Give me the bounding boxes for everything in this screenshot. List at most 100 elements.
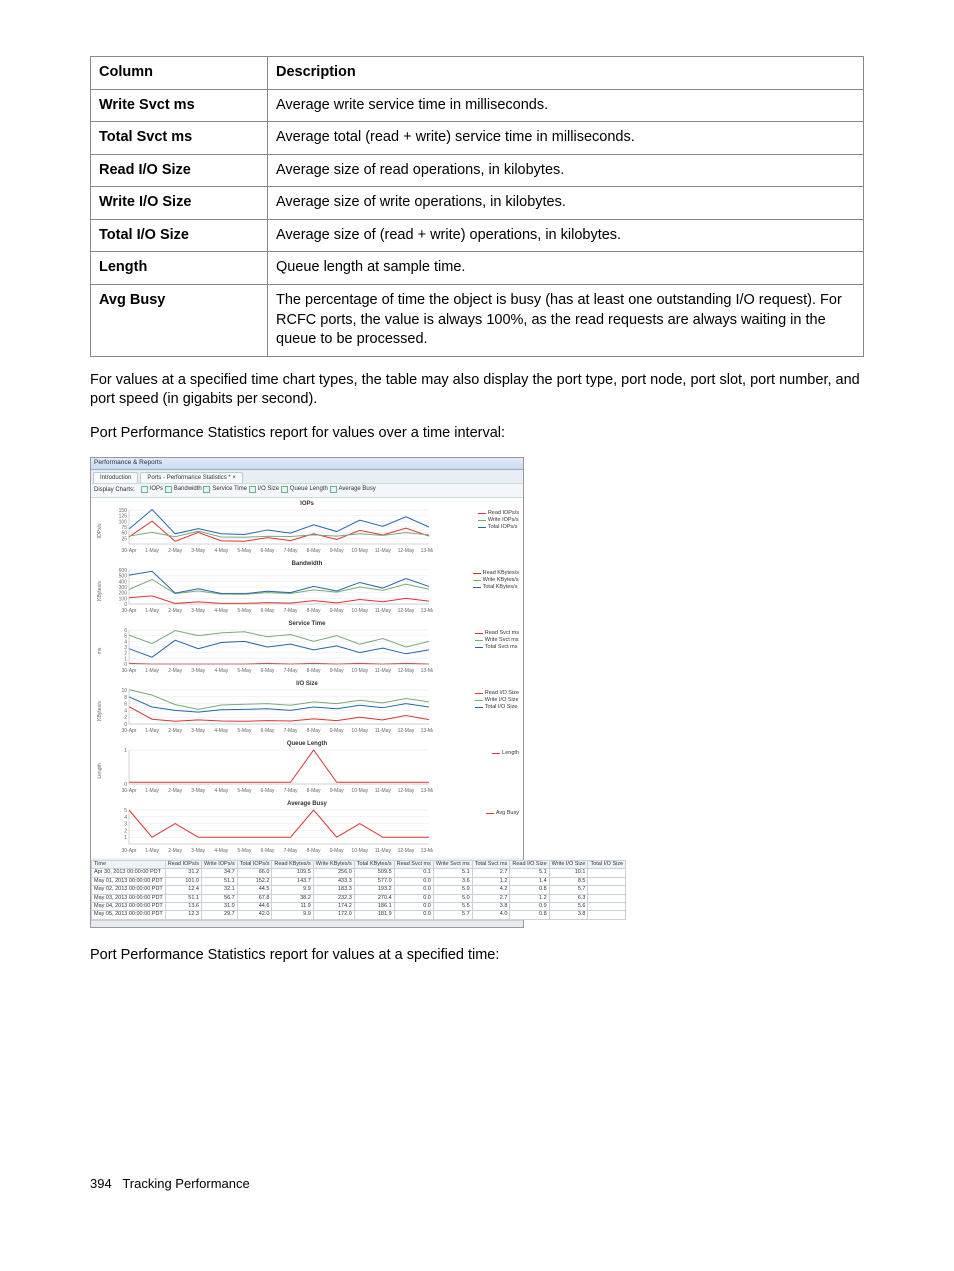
svg-text:5-May: 5-May [237, 788, 251, 794]
svg-text:4-May: 4-May [214, 788, 228, 794]
svg-text:4-May: 4-May [214, 548, 228, 554]
chart-i-o-size: I/O Size024681030-Apr1-May2-May3-May4-Ma… [93, 680, 521, 738]
dt-header[interactable]: Total I/O Size [588, 860, 626, 868]
svg-text:75: 75 [121, 525, 127, 531]
svg-text:10: 10 [121, 688, 127, 694]
table-row[interactable]: May 02, 2013 00:00:00 PDT12.432.144.59.9… [92, 886, 626, 894]
svg-text:6-May: 6-May [261, 548, 275, 554]
svg-text:7-May: 7-May [284, 788, 298, 794]
svg-text:600: 600 [119, 568, 128, 574]
dt-header[interactable]: Read KBytes/s [272, 860, 313, 868]
svg-text:200: 200 [119, 591, 128, 597]
svg-text:1-May: 1-May [145, 668, 159, 674]
svg-text:1: 1 [124, 656, 127, 662]
svg-text:8-May: 8-May [307, 668, 321, 674]
table-row[interactable]: May 03, 2013 00:00:00 PDT51.156.767.838.… [92, 894, 626, 902]
svg-text:2: 2 [124, 828, 127, 834]
svg-text:10-May: 10-May [351, 608, 368, 614]
dt-header[interactable]: Read IOPs/s [165, 860, 201, 868]
svg-text:IOPs/s: IOPs/s [97, 523, 103, 539]
svg-text:12-May: 12-May [398, 608, 415, 614]
desc-text: Average size of write operations, in kil… [268, 187, 864, 220]
svg-text:9-May: 9-May [330, 848, 344, 854]
tab-introduction[interactable]: Introduction [93, 472, 138, 483]
svg-text:3-May: 3-May [191, 788, 205, 794]
check-i-o-size[interactable]: I/O Size [249, 485, 279, 493]
svg-text:6-May: 6-May [261, 788, 275, 794]
page-number: 394 [90, 1176, 112, 1191]
chart-toolbar: Display Charts: IOPs Bandwidth Service T… [91, 483, 523, 498]
desc-col: Avg Busy [91, 284, 268, 356]
svg-text:10-May: 10-May [351, 788, 368, 794]
desc-col: Total I/O Size [91, 219, 268, 252]
svg-text:3-May: 3-May [191, 848, 205, 854]
toolbar-label: Display Charts: [94, 486, 135, 494]
svg-text:8-May: 8-May [307, 728, 321, 734]
chart-average-busy: Average Busy1234530-Apr1-May2-May3-May4-… [93, 800, 521, 858]
dt-header[interactable]: Write Svct ms [433, 860, 472, 868]
dt-header[interactable]: Time [92, 860, 166, 868]
svg-text:KBytes/s: KBytes/s [97, 701, 103, 721]
check-queue-length[interactable]: Queue Length [281, 485, 328, 493]
svg-text:30-Apr: 30-Apr [121, 608, 136, 614]
desc-text: Average size of read operations, in kilo… [268, 154, 864, 187]
check-bandwidth[interactable]: Bandwidth [165, 485, 202, 493]
svg-text:10-May: 10-May [351, 728, 368, 734]
check-average-busy[interactable]: Average Busy [330, 485, 376, 493]
svg-text:4: 4 [124, 708, 127, 714]
svg-text:11-May: 11-May [375, 608, 392, 614]
scrollbar[interactable] [91, 920, 523, 927]
dt-header[interactable]: Write IOPs/s [201, 860, 237, 868]
check-iops[interactable]: IOPs [141, 485, 163, 493]
dt-header[interactable]: Write I/O Size [549, 860, 588, 868]
dt-header[interactable]: Total Svct ms [472, 860, 510, 868]
svg-text:2-May: 2-May [168, 788, 182, 794]
svg-text:7-May: 7-May [284, 608, 298, 614]
dt-header[interactable]: Write KBytes/s [313, 860, 354, 868]
table-row[interactable]: Apr 30, 2013 00:00:00 PDT31.234.766.0109… [92, 869, 626, 877]
svg-text:30-Apr: 30-Apr [121, 848, 136, 854]
svg-text:4-May: 4-May [214, 728, 228, 734]
table-row[interactable]: May 01, 2013 00:00:00 PDT101.051.1152.21… [92, 877, 626, 885]
desc-text: Average size of (read + write) operation… [268, 219, 864, 252]
desc-text: Average write service time in millisecon… [268, 89, 864, 122]
svg-text:13-May: 13-May [421, 728, 433, 734]
data-table: TimeRead IOPs/sWrite IOPs/sTotal IOPs/sR… [91, 860, 626, 920]
th-description: Description [268, 57, 864, 90]
svg-text:11-May: 11-May [375, 668, 392, 674]
svg-text:2: 2 [124, 715, 127, 721]
svg-text:12-May: 12-May [398, 548, 415, 554]
check-service-time[interactable]: Service Time [203, 485, 247, 493]
desc-col: Total Svct ms [91, 122, 268, 155]
svg-text:11-May: 11-May [375, 848, 392, 854]
dt-header[interactable]: Read Svct ms [394, 860, 433, 868]
dt-header[interactable]: Total KBytes/s [354, 860, 394, 868]
svg-text:9-May: 9-May [330, 548, 344, 554]
svg-text:2: 2 [124, 651, 127, 657]
tab-ports-perf[interactable]: Ports - Performance Statistics * × [140, 472, 243, 483]
table-row[interactable]: May 05, 2013 00:00:00 PDT12.329.742.09.9… [92, 911, 626, 919]
footer-title: Tracking Performance [122, 1176, 249, 1191]
svg-text:7-May: 7-May [284, 728, 298, 734]
svg-text:5-May: 5-May [237, 548, 251, 554]
svg-text:2-May: 2-May [168, 728, 182, 734]
th-column: Column [91, 57, 268, 90]
svg-text:8: 8 [124, 695, 127, 701]
desc-col: Read I/O Size [91, 154, 268, 187]
svg-text:10-May: 10-May [351, 548, 368, 554]
dt-header[interactable]: Read I/O Size [510, 860, 549, 868]
svg-text:8-May: 8-May [307, 608, 321, 614]
desc-text: Queue length at sample time. [268, 252, 864, 285]
svg-text:13-May: 13-May [421, 788, 433, 794]
table-row[interactable]: May 04, 2013 00:00:00 PDT13.631.044.611.… [92, 902, 626, 910]
svg-text:30-Apr: 30-Apr [121, 668, 136, 674]
svg-text:13-May: 13-May [421, 608, 433, 614]
svg-text:6-May: 6-May [261, 848, 275, 854]
svg-text:150: 150 [119, 508, 128, 514]
tab-bar: Introduction Ports - Performance Statist… [91, 470, 523, 483]
svg-text:8-May: 8-May [307, 848, 321, 854]
svg-text:11-May: 11-May [375, 548, 392, 554]
svg-text:100: 100 [119, 519, 128, 525]
dt-header[interactable]: Total IOPs/s [237, 860, 272, 868]
svg-text:9-May: 9-May [330, 788, 344, 794]
